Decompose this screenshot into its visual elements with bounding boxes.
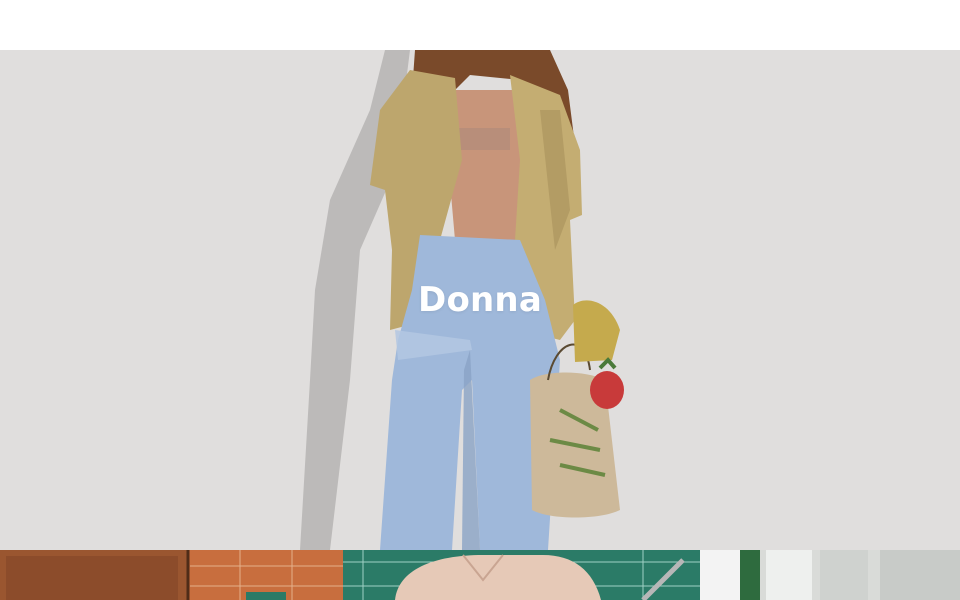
category-tile-2[interactable] [343,550,700,600]
hero-title[interactable]: Donna [0,50,960,550]
page: Donna [0,0,960,600]
tile-photo [700,550,960,600]
category-tiles-row [0,550,960,600]
hero-banner[interactable]: Donna [0,50,960,550]
tile-photo [0,550,343,600]
tile-photo [343,550,700,600]
category-tile-3[interactable] [700,550,960,600]
top-bar [0,0,960,50]
category-tile-1[interactable] [0,550,343,600]
